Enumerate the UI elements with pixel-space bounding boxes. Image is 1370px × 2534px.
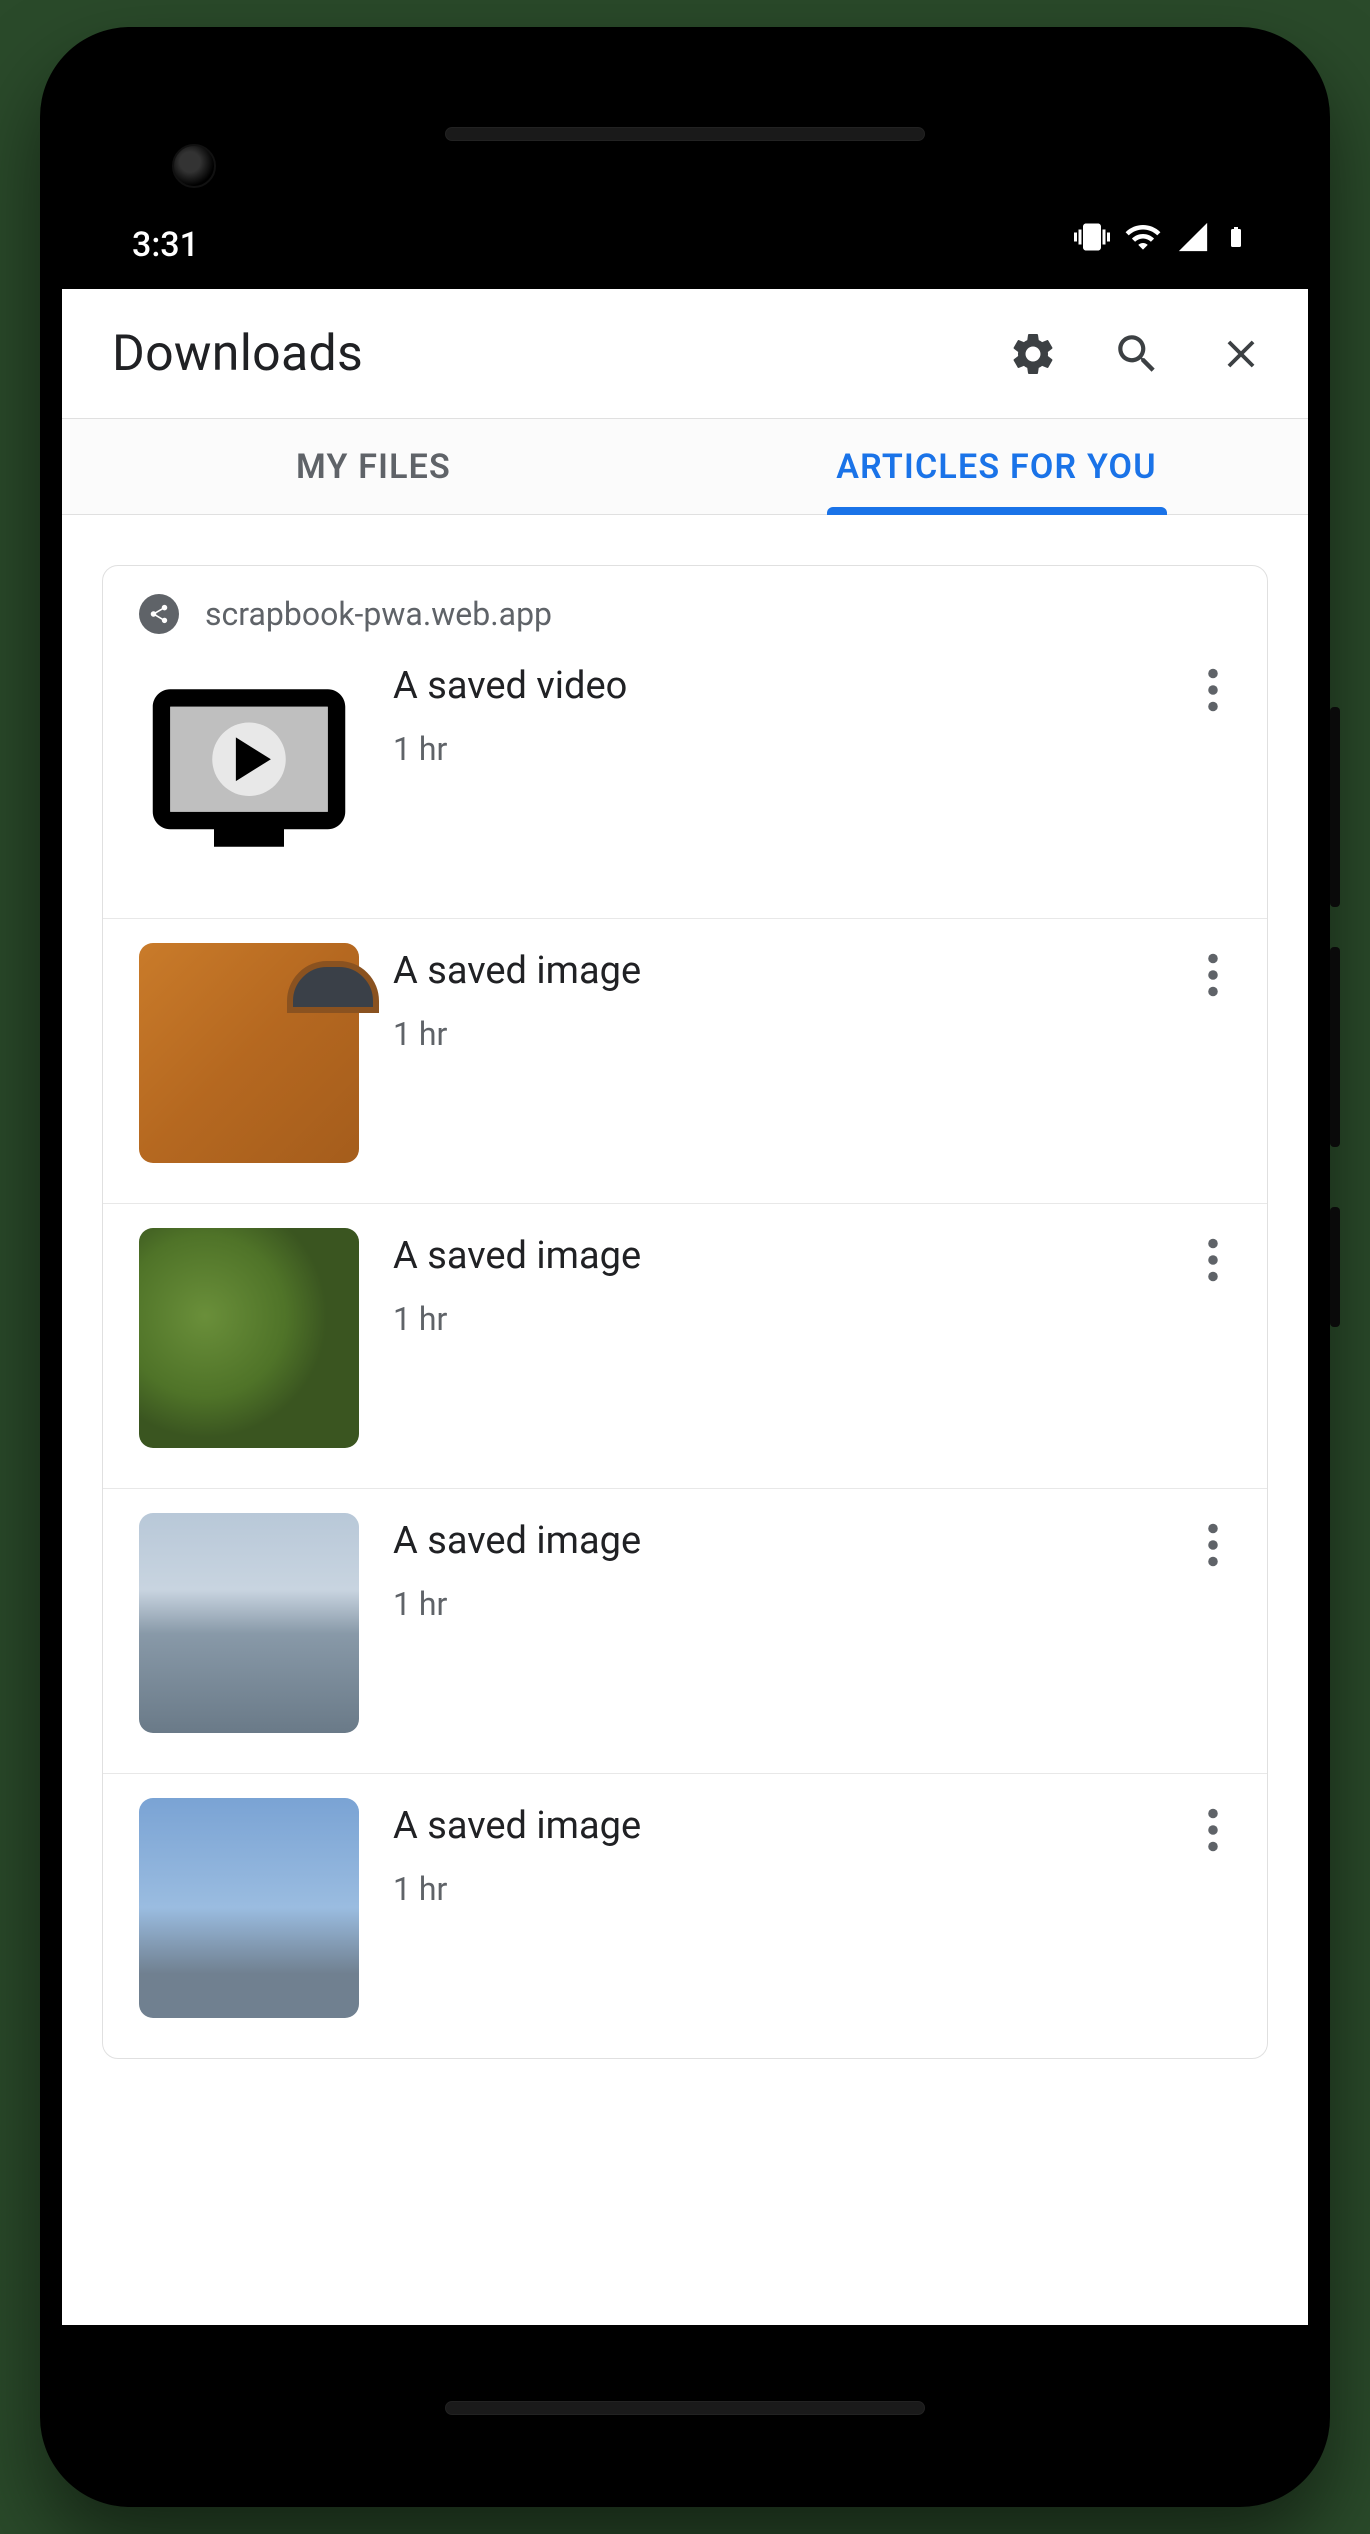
search-button[interactable]: [1110, 327, 1164, 381]
list-item[interactable]: A saved video 1 hr: [103, 648, 1267, 918]
item-body: A saved video 1 hr: [393, 658, 1155, 768]
item-body: A saved image 1 hr: [393, 943, 1155, 1053]
gear-icon: [1008, 329, 1058, 379]
item-overflow-menu[interactable]: [1189, 943, 1237, 997]
tab-articles-for-you[interactable]: ARTICLES FOR YOU: [685, 419, 1308, 514]
speaker-top: [445, 127, 925, 141]
image-thumbnail: [139, 1228, 359, 1448]
front-camera: [172, 144, 216, 188]
status-time: 3:31: [132, 225, 199, 265]
phone-frame: 3:31 Downloads: [40, 27, 1330, 2507]
image-thumbnail: [139, 943, 359, 1163]
item-overflow-menu[interactable]: [1189, 1228, 1237, 1282]
item-overflow-menu[interactable]: [1189, 1798, 1237, 1852]
status-bar: 3:31: [62, 49, 1308, 289]
list-item[interactable]: A saved image 1 hr: [103, 1488, 1267, 1773]
speaker-bottom: [445, 2401, 925, 2415]
video-play-icon: [139, 663, 359, 873]
app-bar: Downloads: [62, 289, 1308, 419]
list-item[interactable]: A saved image 1 hr: [103, 1203, 1267, 1488]
more-vert-icon: [1207, 953, 1219, 997]
video-thumbnail: [139, 658, 359, 878]
tab-label: MY FILES: [296, 447, 451, 487]
close-button[interactable]: [1214, 327, 1268, 381]
item-overflow-menu[interactable]: [1189, 1513, 1237, 1567]
item-title: A saved image: [393, 949, 1155, 993]
downloads-card: scrapbook-pwa.web.app A saved video1 hrA…: [102, 565, 1268, 2059]
item-time: 1 hr: [393, 1585, 1155, 1623]
item-overflow-menu[interactable]: [1189, 658, 1237, 712]
image-thumbnail: [139, 1513, 359, 1733]
list-item[interactable]: A saved image 1 hr: [103, 1773, 1267, 2058]
item-time: 1 hr: [393, 1015, 1155, 1053]
item-title: A saved image: [393, 1804, 1155, 1848]
share-icon: [148, 603, 170, 625]
wifi-icon: [1124, 218, 1162, 265]
source-domain: scrapbook-pwa.web.app: [205, 595, 552, 633]
settings-button[interactable]: [1006, 327, 1060, 381]
more-vert-icon: [1207, 1238, 1219, 1282]
vibrate-icon: [1074, 219, 1110, 264]
more-vert-icon: [1207, 1523, 1219, 1567]
item-body: A saved image 1 hr: [393, 1228, 1155, 1338]
app-screen: Downloads MY FILES: [62, 289, 1308, 2325]
item-body: A saved image 1 hr: [393, 1798, 1155, 1908]
item-title: A saved image: [393, 1234, 1155, 1278]
item-time: 1 hr: [393, 730, 1155, 768]
tab-label: ARTICLES FOR YOU: [836, 447, 1156, 487]
more-vert-icon: [1207, 668, 1219, 712]
item-title: A saved video: [393, 664, 1155, 708]
offline-badge: [139, 594, 179, 634]
tabs: MY FILES ARTICLES FOR YOU: [62, 419, 1308, 515]
item-time: 1 hr: [393, 1300, 1155, 1338]
volume-up-button: [1330, 707, 1340, 907]
cellular-icon: [1176, 220, 1210, 263]
battery-icon: [1224, 219, 1248, 264]
power-button: [1330, 1207, 1340, 1327]
item-time: 1 hr: [393, 1870, 1155, 1908]
tab-my-files[interactable]: MY FILES: [62, 419, 685, 514]
close-icon: [1218, 331, 1264, 377]
page-title: Downloads: [112, 325, 1006, 383]
content-area: scrapbook-pwa.web.app A saved video1 hrA…: [62, 515, 1308, 2325]
list-item[interactable]: A saved image 1 hr: [103, 918, 1267, 1203]
item-title: A saved image: [393, 1519, 1155, 1563]
search-icon: [1112, 329, 1162, 379]
item-body: A saved image 1 hr: [393, 1513, 1155, 1623]
card-header: scrapbook-pwa.web.app: [103, 566, 1267, 648]
volume-down-button: [1330, 947, 1340, 1147]
more-vert-icon: [1207, 1808, 1219, 1852]
image-thumbnail: [139, 1798, 359, 2018]
